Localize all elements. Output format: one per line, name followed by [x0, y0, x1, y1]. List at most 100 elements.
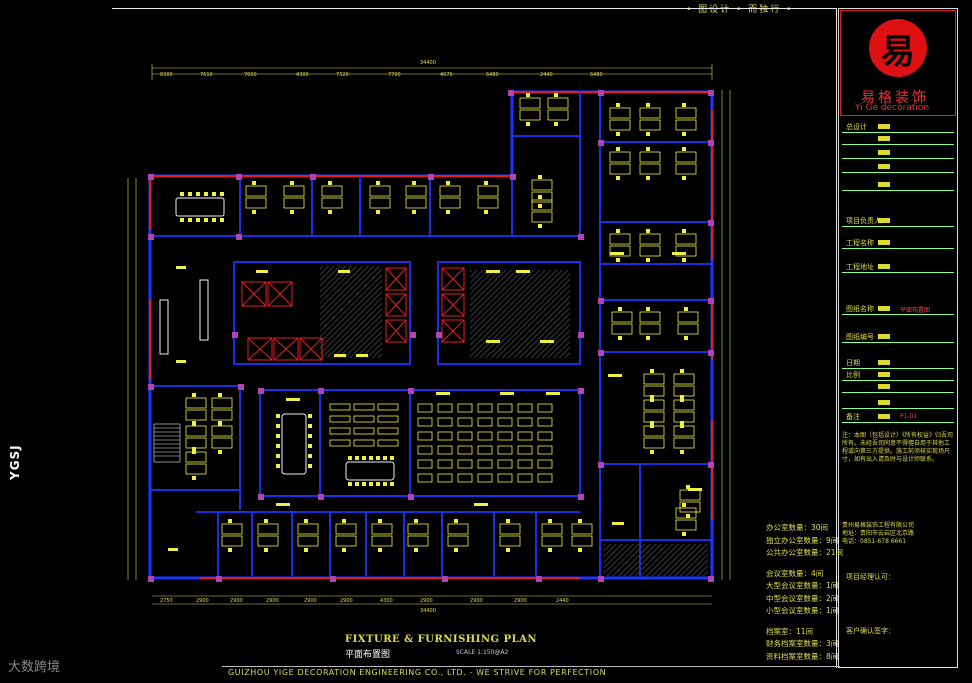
desk: [437, 473, 453, 483]
chair: [308, 454, 312, 458]
desk: [675, 519, 697, 531]
chair: [646, 307, 650, 311]
desk: [547, 109, 569, 121]
title-block-label: 图纸名称: [846, 305, 874, 313]
title-block-value-mark: [878, 264, 890, 269]
column: [238, 384, 244, 390]
column: [236, 174, 242, 180]
desk: [353, 415, 375, 423]
desk: [609, 151, 631, 163]
chair: [212, 192, 216, 196]
title-block-divider: [842, 342, 954, 344]
column: [708, 462, 714, 468]
chair: [650, 421, 654, 425]
title-block-value-mark: [878, 360, 890, 365]
desk: [675, 233, 697, 245]
title-block-divider: [842, 248, 954, 250]
desk: [679, 489, 701, 501]
top-dimension-value: 7610: [200, 72, 213, 78]
chair: [684, 336, 688, 340]
desk: [517, 445, 533, 455]
desk: [537, 403, 553, 413]
title-block-value-mark: [878, 400, 890, 405]
side-tag: YGSJ: [8, 444, 22, 480]
chair: [355, 456, 359, 460]
chair: [682, 532, 686, 536]
chair: [276, 444, 280, 448]
desk: [477, 473, 493, 483]
label-bar: [356, 354, 368, 357]
chair: [264, 548, 268, 552]
bottom-dimension-value: 2440: [556, 598, 569, 604]
desk: [283, 197, 305, 209]
chair: [328, 210, 332, 214]
desk: [519, 97, 541, 109]
desk: [185, 425, 207, 437]
top-dimension-labels: 8300 7610 7600 4300 7320 7700 4070 6480 2440 6480: [160, 72, 603, 78]
desk: [497, 431, 513, 441]
desk: [639, 323, 661, 335]
chair: [682, 503, 686, 507]
desk: [639, 107, 661, 119]
chair: [578, 548, 582, 552]
column: [148, 234, 154, 240]
desk: [447, 535, 469, 547]
column: [598, 298, 604, 304]
desk: [477, 185, 499, 197]
chair: [538, 195, 542, 199]
desk: [457, 431, 473, 441]
top-dimension-value: 2440: [540, 72, 553, 78]
stat-line: 小型会议室数量：1间: [766, 606, 839, 615]
desk: [571, 535, 593, 547]
desk: [457, 403, 473, 413]
chair: [252, 210, 256, 214]
chair: [192, 421, 196, 425]
title-block-divider: [842, 392, 954, 394]
chair: [682, 132, 686, 136]
desk: [497, 459, 513, 469]
bottom-dimension-value: 2900: [514, 598, 527, 604]
desk: [329, 415, 351, 423]
chair: [680, 369, 684, 373]
desk: [497, 403, 513, 413]
chair: [484, 181, 488, 185]
column: [708, 140, 714, 146]
label-bar: [546, 392, 560, 395]
label-bar: [486, 270, 500, 273]
column: [318, 388, 324, 394]
desk: [369, 197, 391, 209]
column: [708, 576, 714, 582]
desk: [417, 431, 433, 441]
chair: [616, 176, 620, 180]
chair: [180, 218, 184, 222]
column: [442, 576, 448, 582]
title-block-label: 项目负责人: [846, 217, 881, 225]
column: [310, 174, 316, 180]
desk: [377, 427, 399, 435]
desk: [457, 417, 473, 427]
chair: [548, 519, 552, 523]
chair: [308, 444, 312, 448]
column: [708, 350, 714, 356]
bottom-dimension-value: 2900: [196, 598, 209, 604]
desk: [221, 523, 243, 535]
chair: [308, 424, 312, 428]
chair: [328, 181, 332, 185]
desk: [673, 437, 695, 449]
bottom-dimension-value: 2900: [470, 598, 483, 604]
desk: [675, 163, 697, 175]
desk: [437, 445, 453, 455]
top-dimension-value: 7700: [388, 72, 401, 78]
label-bar: [486, 340, 500, 343]
desk: [437, 403, 453, 413]
desk: [457, 473, 473, 483]
chair: [414, 548, 418, 552]
chair: [212, 218, 216, 222]
label-bar: [612, 522, 624, 525]
title-block-divider: [842, 408, 954, 410]
label-bar: [688, 488, 702, 491]
label-bar: [608, 374, 622, 377]
chair: [264, 519, 268, 523]
desk: [497, 473, 513, 483]
sign-client-label: 客户确认签字：: [846, 627, 895, 635]
